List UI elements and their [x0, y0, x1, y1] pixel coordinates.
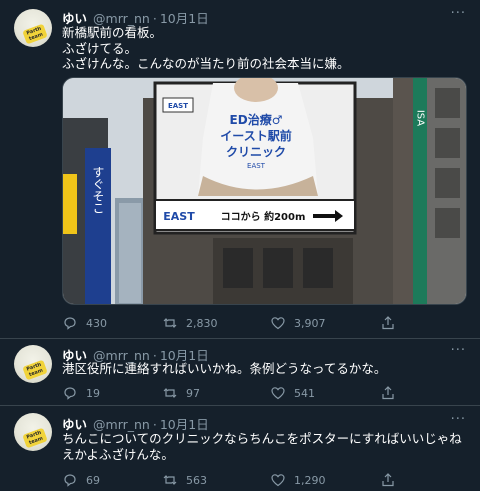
- like-button[interactable]: 1,290: [270, 472, 326, 488]
- reply-count: 430: [86, 316, 107, 330]
- tweet-text: ちんこについてのクリニックならちんこをポスターにすればいいじゃねえかよふざけんな…: [62, 431, 462, 462]
- avatar-sticker: Parth team: [22, 23, 48, 45]
- tweet-date[interactable]: 10月1日: [160, 11, 209, 26]
- side-sign-text: すぐそこ: [91, 166, 105, 214]
- like-count: 1,290: [294, 473, 326, 487]
- tweet-actions: 19 97 541: [62, 385, 462, 405]
- retweet-button[interactable]: 97: [162, 385, 200, 401]
- billboard-small-brand: EAST: [168, 102, 188, 110]
- tweet-actions: 69 563 1,290: [62, 472, 462, 491]
- billboard-brand: EAST: [247, 162, 266, 170]
- display-name[interactable]: ゆい: [62, 11, 87, 26]
- avatar[interactable]: Parth team: [14, 345, 52, 383]
- more-options-icon[interactable]: ···: [451, 412, 466, 427]
- retweet-icon: [163, 318, 177, 328]
- billboard-photo: すぐそこ ED治療♂ イースト駅前 クリニック EAST EAST EAST コ…: [63, 78, 466, 304]
- retweet-count: 97: [186, 386, 200, 400]
- display-name[interactable]: ゆい: [62, 417, 87, 432]
- tweet-date[interactable]: 10月1日: [160, 417, 209, 432]
- tweet-3[interactable]: Parth team ゆい @mrr_nn · 10月1日 ··· ちんこについてのク…: [0, 406, 480, 491]
- share-button[interactable]: [380, 472, 404, 488]
- share-button[interactable]: [380, 385, 404, 401]
- like-button[interactable]: 541: [270, 385, 315, 401]
- tweet-actions: 430 2,830 3,907: [62, 315, 462, 335]
- right-sign-text: ISA: [415, 110, 426, 126]
- share-button[interactable]: [380, 315, 404, 331]
- billboard-headline-3: クリニック: [226, 145, 286, 159]
- user-handle[interactable]: @mrr_nn: [93, 417, 150, 432]
- tweet-1[interactable]: Parth team ゆい @mrr_nn · 10月1日 ··· 新橋駅前の看板。 …: [0, 0, 480, 338]
- retweet-count: 2,830: [186, 316, 218, 330]
- retweet-icon: [163, 388, 177, 398]
- heart-icon: [271, 387, 285, 400]
- more-options-icon[interactable]: ···: [451, 6, 466, 21]
- tweet-2[interactable]: Parth team ゆい @mrr_nn · 10月1日 ··· 港区役所に連絡すれ…: [0, 339, 480, 403]
- user-handle[interactable]: @mrr_nn: [93, 11, 150, 26]
- billboard-headline-2: イースト駅前: [220, 128, 291, 143]
- tweet-text: 港区役所に連絡すればいいかね。条例どうなってるかな。: [62, 361, 387, 376]
- reply-button[interactable]: 69: [62, 472, 100, 488]
- like-count: 541: [294, 386, 315, 400]
- reply-icon: [64, 474, 76, 487]
- retweet-icon: [163, 475, 177, 485]
- share-icon: [382, 316, 394, 330]
- avatar[interactable]: Parth team: [14, 9, 52, 47]
- avatar-sticker: Parth team: [22, 359, 48, 381]
- billboard-direction: ココから 約200m: [221, 210, 306, 223]
- like-count: 3,907: [294, 316, 326, 330]
- reply-button[interactable]: 430: [62, 315, 107, 331]
- heart-icon: [271, 317, 285, 330]
- retweet-button[interactable]: 2,830: [162, 315, 218, 331]
- avatar[interactable]: Parth team: [14, 413, 52, 451]
- like-button[interactable]: 3,907: [270, 315, 326, 331]
- retweet-button[interactable]: 563: [162, 472, 207, 488]
- billboard-bottom-brand: EAST: [163, 210, 195, 223]
- tweet-text: 新橋駅前の看板。 ふざけてる。 ふざけんな。こんなのが当たり前の社会本当に嫌。: [62, 25, 350, 71]
- share-icon: [382, 386, 394, 400]
- more-options-icon[interactable]: ···: [451, 343, 466, 358]
- avatar-sticker: Parth team: [22, 427, 48, 449]
- reply-count: 69: [86, 473, 100, 487]
- heart-icon: [271, 474, 285, 487]
- reply-count: 19: [86, 386, 100, 400]
- reply-icon: [64, 387, 76, 400]
- billboard-headline-1: ED治療♂: [230, 112, 283, 127]
- reply-button[interactable]: 19: [62, 385, 100, 401]
- share-icon: [382, 473, 394, 487]
- reply-icon: [64, 317, 76, 330]
- tweet-photo[interactable]: すぐそこ ED治療♂ イースト駅前 クリニック EAST EAST EAST コ…: [62, 77, 467, 305]
- retweet-count: 563: [186, 473, 207, 487]
